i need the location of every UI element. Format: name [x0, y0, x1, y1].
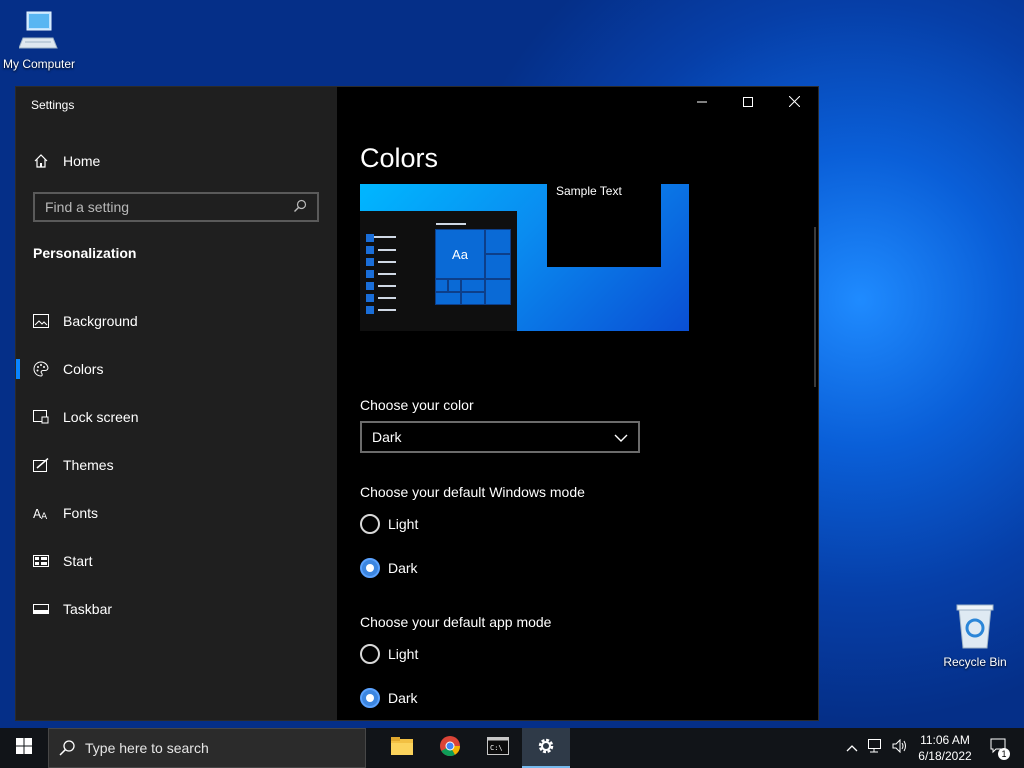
- recycle-bin-desktop-icon[interactable]: Recycle Bin: [930, 602, 1020, 669]
- taskbar-terminal[interactable]: C:\: [474, 728, 522, 768]
- chevron-down-icon: [614, 429, 628, 445]
- radio-circle: [360, 644, 380, 664]
- network-button[interactable]: [864, 728, 888, 768]
- themes-icon: [33, 457, 49, 473]
- sidebar-item-lock-screen[interactable]: Lock screen: [16, 393, 337, 441]
- radio-circle: [360, 558, 380, 578]
- notification-count-badge: 1: [998, 748, 1010, 760]
- personalization-nav: Background Colors Lock screen Themes A A…: [16, 297, 337, 633]
- palette-icon: [33, 361, 49, 377]
- sidebar-item-label: Taskbar: [63, 601, 113, 617]
- start-icon: [33, 553, 49, 569]
- home-label: Home: [63, 153, 101, 169]
- sidebar-item-label: Colors: [63, 361, 104, 377]
- taskbar-search-placeholder: Type here to search: [85, 740, 209, 756]
- home-nav-item[interactable]: Home: [33, 151, 100, 171]
- page-title: Colors: [360, 143, 439, 173]
- radio-label: Light: [388, 516, 419, 532]
- window-title: Settings: [31, 98, 75, 112]
- taskbar-icon: [33, 601, 49, 617]
- sidebar-item-start[interactable]: Start: [16, 537, 337, 585]
- system-tray: 11:06 AM 6/18/2022 1: [840, 728, 1024, 768]
- windows-logo-icon: [16, 737, 32, 759]
- find-setting-placeholder: Find a setting: [45, 199, 130, 215]
- sidebar-item-label: Start: [63, 553, 93, 569]
- clock[interactable]: 11:06 AM 6/18/2022: [912, 732, 978, 764]
- app-mode-light-radio[interactable]: Light: [360, 644, 418, 664]
- windows-mode-label: Choose your default Windows mode: [360, 484, 585, 500]
- radio-label: Light: [388, 646, 419, 662]
- recycle-bin-icon: [953, 604, 997, 653]
- app-mode-dark-radio[interactable]: Dark: [360, 688, 418, 708]
- chevron-up-icon: [846, 739, 858, 757]
- sidebar-item-colors[interactable]: Colors: [16, 345, 337, 393]
- taskbar-chrome[interactable]: [426, 728, 474, 768]
- preview-start-menu: Aa: [360, 211, 517, 331]
- app-mode-label: Choose your default app mode: [360, 614, 552, 630]
- preview-tile-aa: Aa: [435, 229, 485, 279]
- colors-page: Colors Aa Sample Text Choose your color …: [337, 87, 818, 720]
- clock-date: 6/18/2022: [918, 749, 972, 763]
- chrome-icon: [439, 735, 461, 762]
- show-hidden-icons-button[interactable]: [840, 728, 864, 768]
- computer-icon: [18, 11, 59, 55]
- sidebar-item-label: Fonts: [63, 505, 99, 521]
- terminal-icon: C:\: [487, 736, 509, 760]
- theme-preview: Aa Sample Text: [360, 184, 689, 331]
- gear-icon: [536, 736, 556, 761]
- action-center-button[interactable]: 1: [978, 728, 1018, 768]
- taskbar-search-box[interactable]: Type here to search: [48, 728, 366, 768]
- recycle-bin-label: Recycle Bin: [943, 655, 1007, 669]
- background-icon: [33, 313, 49, 329]
- radio-label: Dark: [388, 690, 418, 706]
- taskbar-file-explorer[interactable]: [378, 728, 426, 768]
- taskbar: Type here to search C:\ 11:06 AM 6/18/20…: [0, 728, 1024, 768]
- svg-text:A: A: [41, 512, 48, 520]
- choose-color-label: Choose your color: [360, 397, 474, 413]
- sidebar-item-background[interactable]: Background: [16, 297, 337, 345]
- find-setting-input[interactable]: Find a setting: [33, 192, 319, 222]
- settings-sidebar: Settings Home Find a setting Personaliza…: [16, 87, 337, 720]
- radio-label: Dark: [388, 560, 418, 576]
- sidebar-item-label: Lock screen: [63, 409, 139, 425]
- sidebar-item-label: Background: [63, 313, 138, 329]
- fonts-icon: AA: [33, 505, 49, 521]
- sidebar-item-fonts[interactable]: AA Fonts: [16, 489, 337, 537]
- volume-button[interactable]: [888, 728, 912, 768]
- speaker-icon: [892, 738, 908, 758]
- choose-color-value: Dark: [372, 429, 402, 445]
- search-icon: [59, 740, 75, 756]
- start-button[interactable]: [0, 728, 48, 768]
- clock-time: 11:06 AM: [920, 733, 970, 747]
- windows-mode-dark-radio[interactable]: Dark: [360, 558, 418, 578]
- sidebar-item-taskbar[interactable]: Taskbar: [16, 585, 337, 633]
- choose-color-dropdown[interactable]: Dark: [360, 421, 640, 453]
- radio-circle: [360, 688, 380, 708]
- preview-sample-text: Sample Text: [556, 184, 622, 198]
- section-title: Personalization: [33, 245, 137, 261]
- my-computer-desktop-icon[interactable]: My Computer: [0, 8, 84, 71]
- network-icon: [868, 738, 884, 758]
- my-computer-label: My Computer: [2, 57, 76, 71]
- taskbar-settings[interactable]: [522, 728, 570, 768]
- search-icon: [293, 199, 307, 216]
- folder-icon: [391, 736, 413, 760]
- sidebar-item-themes[interactable]: Themes: [16, 441, 337, 489]
- home-icon: [33, 153, 49, 169]
- settings-window: Settings Home Find a setting Personaliza…: [16, 87, 818, 720]
- windows-mode-light-radio[interactable]: Light: [360, 514, 418, 534]
- content-scrollbar[interactable]: [814, 227, 816, 387]
- lock-screen-icon: [33, 409, 49, 425]
- radio-circle: [360, 514, 380, 534]
- svg-text:C:\: C:\: [490, 744, 503, 752]
- sidebar-item-label: Themes: [63, 457, 114, 473]
